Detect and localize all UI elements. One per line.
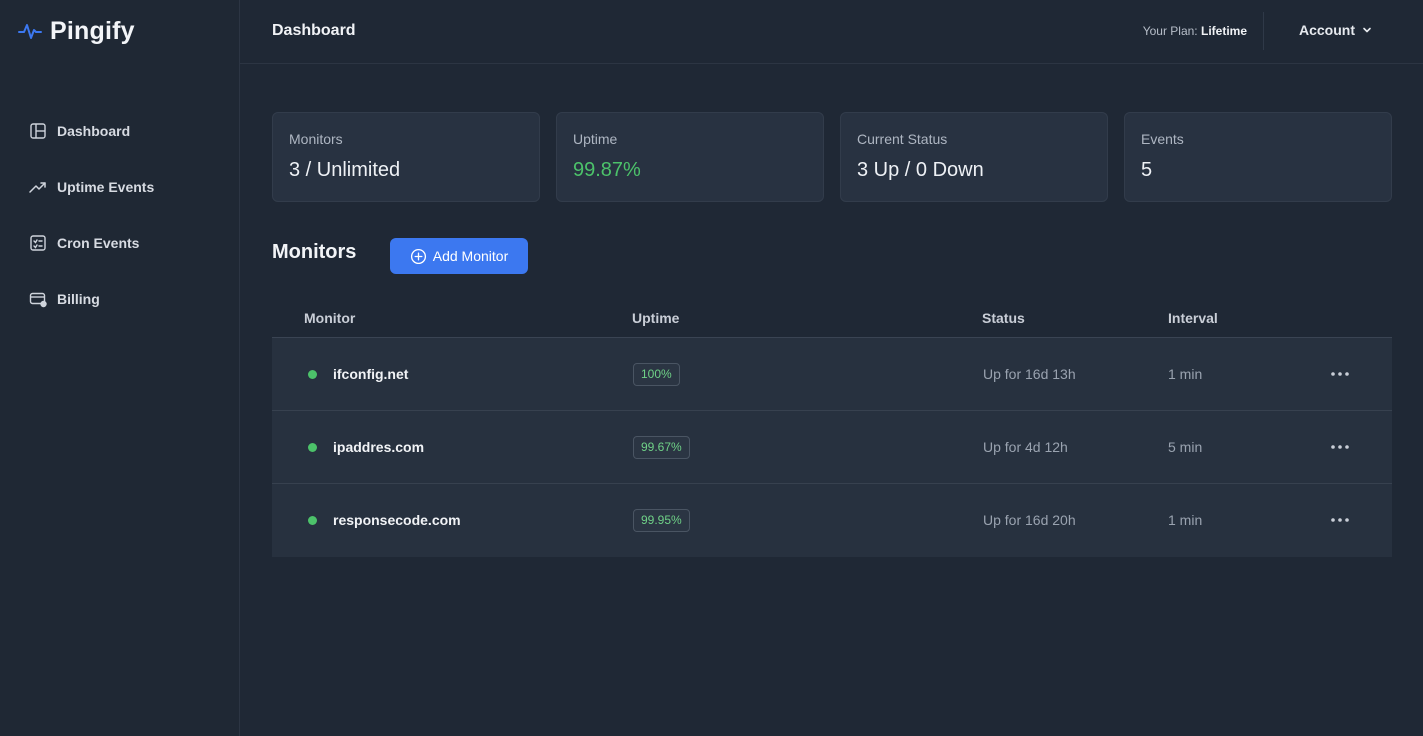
more-horizontal-icon bbox=[1331, 518, 1349, 522]
sidebar-item-uptime-events[interactable]: Uptime Events bbox=[0, 159, 239, 215]
trend-up-icon bbox=[29, 182, 46, 193]
row-actions-button[interactable] bbox=[1328, 508, 1352, 532]
billing-card-icon bbox=[29, 292, 47, 308]
checklist-icon bbox=[30, 235, 46, 251]
add-monitor-button[interactable]: Add Monitor bbox=[390, 238, 528, 274]
column-header-monitor: Monitor bbox=[304, 310, 356, 326]
header-divider bbox=[1263, 12, 1264, 50]
plan-indicator: Your Plan: Lifetime bbox=[1143, 24, 1247, 38]
sidebar-nav: Dashboard Uptime Events Cron Events Bill… bbox=[0, 103, 239, 327]
uptime-badge: 99.67% bbox=[633, 436, 690, 459]
monitor-status: Up for 4d 12h bbox=[983, 439, 1068, 455]
account-menu-button[interactable]: Account bbox=[1299, 22, 1373, 38]
monitor-interval: 5 min bbox=[1168, 439, 1203, 455]
stat-value: 5 bbox=[1141, 159, 1153, 181]
stat-label: Monitors bbox=[289, 131, 343, 147]
stat-value: 3 Up / 0 Down bbox=[857, 159, 984, 181]
stat-label: Current Status bbox=[857, 131, 948, 147]
monitors-section-title: Monitors bbox=[272, 241, 357, 263]
sidebar-item-label: Billing bbox=[57, 291, 100, 307]
row-actions-button[interactable] bbox=[1328, 362, 1352, 386]
sidebar-item-label: Cron Events bbox=[57, 235, 140, 251]
more-horizontal-icon bbox=[1331, 445, 1349, 449]
status-up-dot bbox=[308, 443, 317, 452]
chevron-down-icon bbox=[1363, 27, 1371, 33]
status-up-dot bbox=[308, 370, 317, 379]
monitor-status: Up for 16d 20h bbox=[983, 512, 1076, 528]
sidebar-item-billing[interactable]: Billing bbox=[0, 271, 239, 327]
table-header: Monitor Uptime Status Interval bbox=[272, 300, 1392, 338]
monitor-name[interactable]: ipaddres.com bbox=[333, 439, 424, 455]
uptime-badge: 100% bbox=[633, 363, 680, 386]
monitor-name[interactable]: responsecode.com bbox=[333, 512, 461, 528]
account-label: Account bbox=[1299, 22, 1355, 38]
table-row[interactable]: responsecode.com 99.95% Up for 16d 20h 1… bbox=[272, 484, 1392, 557]
plus-circle-icon bbox=[410, 248, 426, 264]
stat-label: Events bbox=[1141, 131, 1184, 147]
stat-card-current-status: Current Status 3 Up / 0 Down bbox=[840, 112, 1108, 202]
row-actions-button[interactable] bbox=[1328, 435, 1352, 459]
monitor-interval: 1 min bbox=[1168, 366, 1203, 382]
sidebar-item-cron-events[interactable]: Cron Events bbox=[0, 215, 239, 271]
plan-value: Lifetime bbox=[1200, 24, 1247, 38]
sidebar-item-dashboard[interactable]: Dashboard bbox=[0, 103, 239, 159]
sidebar-item-label: Dashboard bbox=[57, 123, 131, 139]
monitor-interval: 1 min bbox=[1168, 512, 1203, 528]
sidebar: Pingify Dashboard Uptime Events Cron Eve… bbox=[0, 0, 240, 736]
brand-name: Pingify bbox=[50, 16, 135, 45]
monitor-status: Up for 16d 13h bbox=[983, 366, 1076, 382]
uptime-badge: 99.95% bbox=[633, 509, 690, 532]
pulse-icon bbox=[18, 24, 42, 39]
monitors-table: Monitor Uptime Status Interval ifconfig.… bbox=[272, 300, 1392, 557]
top-header: Dashboard Your Plan: Lifetime Account bbox=[240, 0, 1423, 64]
plan-label: Your Plan: bbox=[1142, 24, 1198, 38]
column-header-uptime: Uptime bbox=[632, 310, 680, 326]
add-monitor-label: Add Monitor bbox=[432, 248, 509, 264]
monitor-name[interactable]: ifconfig.net bbox=[333, 366, 408, 382]
brand-logo[interactable]: Pingify bbox=[18, 14, 135, 48]
stat-card-uptime: Uptime 99.87% bbox=[556, 112, 824, 202]
app: Pingify Dashboard Uptime Events Cron Eve… bbox=[0, 0, 1423, 736]
stat-label: Uptime bbox=[573, 131, 618, 147]
column-header-status: Status bbox=[982, 310, 1025, 326]
stat-value: 3 / Unlimited bbox=[289, 159, 401, 181]
stat-value: 99.87% bbox=[573, 159, 641, 181]
table-row[interactable]: ipaddres.com 99.67% Up for 4d 12h 5 min bbox=[272, 411, 1392, 484]
page-title: Dashboard bbox=[272, 22, 356, 39]
status-up-dot bbox=[308, 516, 317, 525]
stat-card-events: Events 5 bbox=[1124, 112, 1392, 202]
table-row[interactable]: ifconfig.net 100% Up for 16d 13h 1 min bbox=[272, 338, 1392, 411]
stats-cards: Monitors 3 / Unlimited Uptime 99.87% Cur… bbox=[272, 112, 1392, 202]
sidebar-item-label: Uptime Events bbox=[57, 179, 155, 195]
layout-icon bbox=[30, 123, 46, 139]
column-header-interval: Interval bbox=[1168, 310, 1218, 326]
stat-card-monitors: Monitors 3 / Unlimited bbox=[272, 112, 540, 202]
more-horizontal-icon bbox=[1331, 372, 1349, 376]
